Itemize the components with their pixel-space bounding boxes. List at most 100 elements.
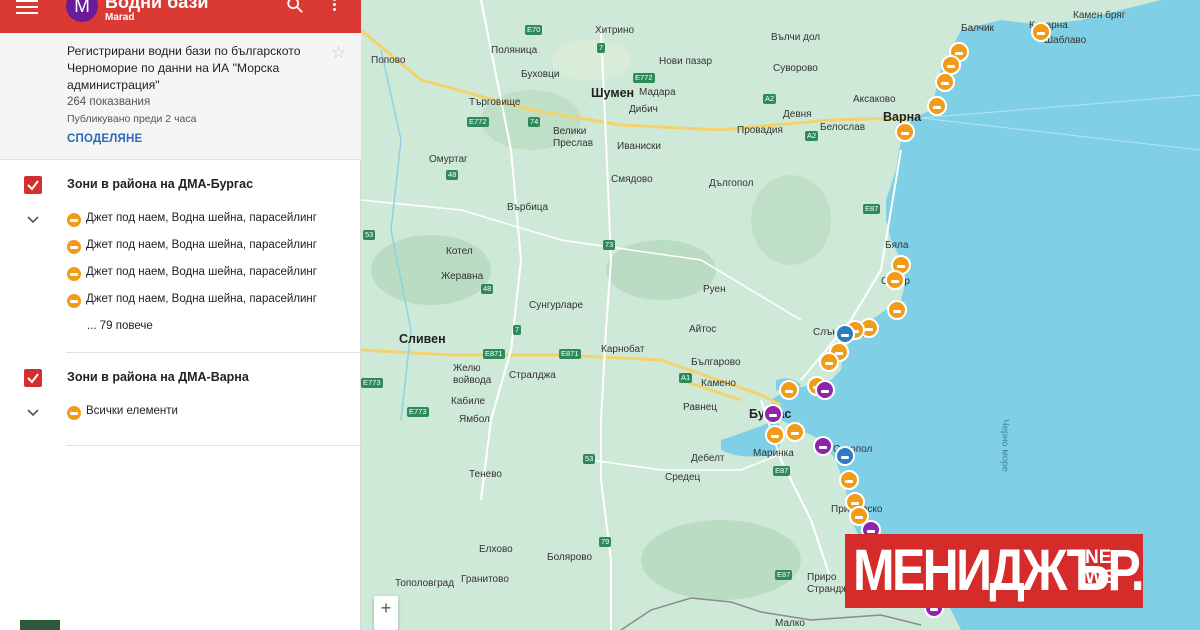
legend-panel: Регистрирани водни бази по българското Ч… <box>0 33 361 630</box>
place-label: Хитрино <box>595 25 635 36</box>
layer-burgas-checkbox[interactable] <box>24 176 42 194</box>
share-button[interactable]: СПОДЕЛЯНЕ <box>67 133 142 145</box>
star-icon[interactable]: ☆ <box>331 43 346 63</box>
divider <box>66 445 361 446</box>
road-shield: E87 <box>863 204 881 214</box>
zoom-in-button[interactable]: + <box>374 596 398 630</box>
jet-ski-marker[interactable] <box>765 425 785 445</box>
place-label: Сунгурларе <box>529 300 584 311</box>
road-shield: E773 <box>361 378 383 388</box>
site-logo: МЕНИДЖЪР. NE WS <box>845 534 1145 608</box>
place-label: Тенево <box>469 469 502 480</box>
layer-title: Зони в района на ДМА-Варна <box>67 370 249 384</box>
chevron-down-icon[interactable] <box>27 216 39 224</box>
place-label: Мадара <box>639 87 676 98</box>
place-label: Кабиле <box>451 396 486 407</box>
place-label: Приро Странджа <box>807 572 854 595</box>
place-label: Шаблаво <box>1044 35 1087 46</box>
place-label: Елхово <box>479 544 513 555</box>
jet-ski-marker[interactable] <box>785 422 805 442</box>
place-label: Равнец <box>683 402 718 413</box>
jet-ski-marker[interactable] <box>887 300 907 320</box>
more-options-icon[interactable] <box>330 0 338 14</box>
road-shield: E871 <box>483 349 505 359</box>
road-shield: 48 <box>446 170 459 180</box>
jet-ski-marker[interactable] <box>839 470 859 490</box>
road-shield: E772 <box>467 117 489 127</box>
place-label: Иваниски <box>617 141 662 152</box>
view-count: 264 показвания <box>67 96 151 108</box>
place-label: Тополовград <box>395 578 455 589</box>
map-description: Регистрирани водни бази по българското Ч… <box>67 44 301 92</box>
place-label: Смядово <box>611 174 653 185</box>
more-items-link[interactable]: ... 79 повече <box>87 320 153 332</box>
search-icon[interactable] <box>286 0 304 14</box>
road-shield: A2 <box>805 131 819 141</box>
chevron-down-icon[interactable] <box>27 409 39 417</box>
sailing-marker[interactable] <box>763 404 783 424</box>
place-label: Балчик <box>961 23 994 34</box>
layer-burgas: Зони в района на ДМА-Бургас <box>24 176 344 196</box>
jet-ski-marker[interactable] <box>819 352 839 372</box>
place-label: Стралджа <box>509 370 556 381</box>
divider <box>66 352 361 353</box>
road-shield: E871 <box>559 349 581 359</box>
jet-ski-icon <box>67 406 81 420</box>
jet-ski-icon <box>67 267 81 281</box>
jet-ski-marker[interactable] <box>1031 22 1051 42</box>
place-label: Вълчи дол <box>771 32 821 43</box>
jet-ski-marker[interactable] <box>895 122 915 142</box>
road-shield: 7 <box>597 43 606 53</box>
map-owner[interactable]: Marad <box>105 12 134 23</box>
place-label: Ямбол <box>459 414 490 425</box>
place-label: Велики Преслав <box>553 126 594 149</box>
road-shield: E87 <box>775 570 793 580</box>
layer-varna-checkbox[interactable] <box>24 369 42 387</box>
road-shield: 48 <box>481 284 494 294</box>
place-label: Болярово <box>547 552 593 563</box>
place-label: Карнобат <box>601 344 645 355</box>
road-shield: E70 <box>525 25 543 35</box>
city-label: Шумен <box>591 86 635 100</box>
jet-ski-marker[interactable] <box>885 270 905 290</box>
snorkel-marker[interactable] <box>835 324 855 344</box>
place-label: Маринка <box>753 448 794 459</box>
road-shield: 74 <box>528 117 541 127</box>
place-label: Българово <box>691 357 741 368</box>
road-shield: 79 <box>599 537 612 547</box>
place-label: Омуртаг <box>429 154 468 165</box>
snorkel-marker[interactable] <box>835 446 855 466</box>
place-label: Камен бряг <box>1073 10 1126 21</box>
logo-suffix: NE WS <box>1085 547 1116 588</box>
place-label: Провадия <box>737 125 783 136</box>
place-label: Търговище <box>469 97 521 108</box>
sailing-marker[interactable] <box>815 380 835 400</box>
avatar[interactable]: M <box>66 0 98 22</box>
jet-ski-marker[interactable] <box>935 72 955 92</box>
place-label: Върбица <box>507 202 549 213</box>
jet-ski-icon <box>67 213 81 227</box>
sea-label: Черно море <box>999 419 1011 472</box>
menu-icon[interactable] <box>16 0 38 14</box>
place-label: Средец <box>665 472 701 483</box>
road-shield: 73 <box>603 240 616 250</box>
road-shield: E772 <box>633 73 655 83</box>
place-label: Айтос <box>689 324 717 335</box>
city-label: Сливен <box>399 332 446 346</box>
place-label: Поляница <box>491 45 538 56</box>
place-label: Суворово <box>773 63 818 74</box>
sailing-marker[interactable] <box>813 436 833 456</box>
road-shield: A2 <box>763 94 777 104</box>
place-label: Девня <box>783 109 812 120</box>
map-info: Регистрирани водни бази по българското Ч… <box>0 33 361 160</box>
place-label: Желю войвода <box>453 363 492 386</box>
place-label: Гранитово <box>461 574 509 585</box>
place-label: Дебелт <box>691 453 725 464</box>
jet-ski-marker[interactable] <box>779 380 799 400</box>
place-label: Бяла <box>885 240 909 251</box>
jet-ski-icon <box>67 240 81 254</box>
place-label: Аксаково <box>853 94 896 105</box>
jet-ski-marker[interactable] <box>927 96 947 116</box>
road-shield: E87 <box>773 466 791 476</box>
basemap-thumbnail[interactable] <box>20 620 60 630</box>
